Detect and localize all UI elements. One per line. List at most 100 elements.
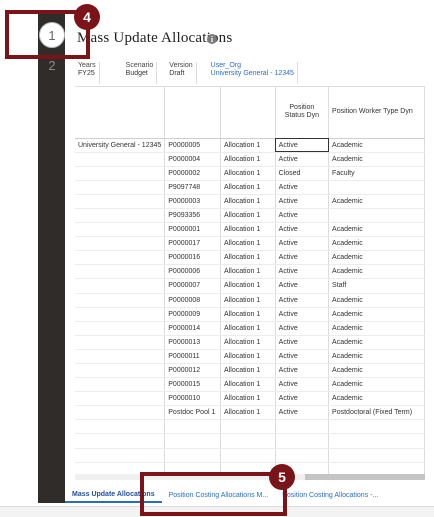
position-cell[interactable]: P0000004 [164, 152, 222, 167]
position-cell[interactable]: P0000013 [164, 335, 222, 350]
status-cell[interactable]: Active [275, 222, 330, 238]
worker-type-cell[interactable]: Academic [328, 222, 425, 238]
worker-type-cell[interactable]: Academic [328, 349, 425, 365]
allocation-cell[interactable]: Allocation 1 [220, 278, 276, 294]
worker-type-cell[interactable]: Academic [328, 293, 425, 308]
allocation-cell[interactable]: Allocation 1 [220, 264, 276, 280]
position-cell[interactable]: Postdoc Pool 1 [164, 405, 222, 421]
allocation-cell[interactable]: Allocation 1 [220, 166, 276, 181]
status-cell[interactable]: Active [275, 307, 330, 322]
position-cell[interactable]: P0000011 [164, 349, 222, 365]
status-cell[interactable]: Active [275, 349, 330, 365]
worker-type-cell[interactable] [328, 180, 425, 195]
allocation-cell[interactable]: Allocation 1 [220, 222, 276, 238]
pov-version[interactable]: Version Draft [157, 62, 197, 84]
allocation-cell[interactable]: Allocation 1 [220, 307, 276, 322]
worker-type-cell[interactable]: Academic [328, 335, 425, 350]
status-cell[interactable]: Active [275, 363, 330, 379]
status-cell[interactable]: Active [275, 236, 330, 252]
allocation-cell[interactable]: Allocation 1 [220, 293, 276, 308]
status-cell[interactable]: Active [275, 405, 330, 421]
worker-type-cell[interactable]: Academic [328, 152, 425, 167]
position-cell[interactable]: P0000015 [164, 377, 222, 393]
position-cell[interactable]: P0000001 [164, 222, 222, 238]
allocation-cell[interactable]: Allocation 1 [220, 194, 276, 209]
worker-type-cell[interactable]: Academic [328, 363, 425, 379]
worker-type-cell[interactable] [328, 208, 425, 224]
pov-scenario[interactable]: Scenario Budget [100, 62, 158, 84]
worker-type-cell[interactable]: Postdoctoral (Fixed Term) [328, 405, 425, 421]
position-cell[interactable]: P9097748 [164, 180, 222, 195]
pov-years[interactable]: Years FY25 [75, 62, 100, 84]
allocation-cell[interactable]: Allocation 1 [220, 250, 276, 266]
org-cell [75, 236, 166, 252]
grid-table: Position Status Dyn Position Worker Type… [75, 87, 425, 477]
status-cell[interactable]: Closed [275, 166, 330, 181]
table-row: P0000012 Allocation 1 Active Academic [75, 363, 425, 379]
status-cell[interactable]: Active [275, 391, 330, 407]
status-cell[interactable]: Active [275, 335, 330, 350]
worker-type-cell[interactable]: Academic [328, 377, 425, 393]
worker-type-cell[interactable]: Academic [328, 391, 425, 407]
org-cell [75, 307, 166, 322]
worker-type-cell[interactable]: Academic [328, 264, 425, 280]
step-2-indicator[interactable]: 2 [44, 58, 60, 73]
worker-type-cell[interactable]: Academic [328, 307, 425, 322]
allocation-cell[interactable]: Allocation 1 [220, 349, 276, 365]
step-rail [38, 13, 65, 503]
status-cell[interactable]: Active [275, 180, 330, 195]
scrollbar-thumb[interactable] [305, 474, 425, 480]
worker-type-cell[interactable]: Academic [328, 321, 425, 336]
position-cell[interactable]: P0000003 [164, 194, 222, 209]
header-worker-type[interactable]: Position Worker Type Dyn [328, 87, 425, 139]
worker-type-cell[interactable]: Staff [328, 278, 425, 294]
status-cell[interactable]: Active [275, 208, 330, 224]
allocation-cell[interactable]: Allocation 1 [220, 377, 276, 393]
status-cell[interactable]: Active [275, 278, 330, 294]
status-cell[interactable]: Active [275, 377, 330, 393]
position-cell[interactable]: P0000007 [164, 278, 222, 294]
header-position-status[interactable]: Position Status Dyn [275, 87, 330, 139]
info-icon[interactable]: i [207, 34, 217, 44]
status-cell[interactable]: Active [275, 264, 330, 280]
position-cell[interactable]: P0000005 [164, 138, 222, 153]
tab-position-costing-allocations[interactable]: Position Costing Allocations -... [275, 492, 385, 499]
pov-user-org[interactable]: User_Org University General - 12345 [197, 62, 298, 84]
position-cell[interactable]: P0000010 [164, 391, 222, 407]
worker-type-cell[interactable]: Academic [328, 138, 425, 153]
status-cell[interactable]: Active [275, 138, 330, 153]
worker-type-cell[interactable]: Academic [328, 194, 425, 209]
position-cell[interactable]: P0000006 [164, 264, 222, 280]
position-cell[interactable]: P0000008 [164, 293, 222, 308]
worker-type-cell[interactable]: Faculty [328, 166, 425, 181]
position-cell[interactable]: P0000009 [164, 307, 222, 322]
org-cell [75, 180, 166, 195]
allocation-cell[interactable]: Allocation 1 [220, 335, 276, 350]
position-cell[interactable]: P9093356 [164, 208, 222, 224]
allocation-cell[interactable]: Allocation 1 [220, 152, 276, 167]
allocation-cell[interactable]: Allocation 1 [220, 321, 276, 336]
position-cell[interactable]: P0000002 [164, 166, 222, 181]
allocation-cell[interactable]: Allocation 1 [220, 138, 276, 153]
status-cell[interactable]: Active [275, 293, 330, 308]
allocation-cell[interactable]: Allocation 1 [220, 405, 276, 421]
position-cell[interactable]: P0000012 [164, 363, 222, 379]
position-cell[interactable]: P0000016 [164, 250, 222, 266]
allocation-cell[interactable]: Allocation 1 [220, 208, 276, 224]
org-cell [75, 335, 166, 350]
status-cell[interactable]: Active [275, 194, 330, 209]
allocation-cell[interactable]: Allocation 1 [220, 391, 276, 407]
empty-cell [220, 433, 276, 449]
status-cell[interactable]: Active [275, 152, 330, 167]
worker-type-cell[interactable]: Academic [328, 250, 425, 266]
callout-badge-4: 4 [74, 4, 100, 30]
allocation-cell[interactable]: Allocation 1 [220, 363, 276, 379]
allocation-cell[interactable]: Allocation 1 [220, 180, 276, 195]
allocation-cell[interactable]: Allocation 1 [220, 236, 276, 252]
position-cell[interactable]: P0000014 [164, 321, 222, 336]
status-cell[interactable]: Active [275, 250, 330, 266]
org-cell [75, 405, 166, 421]
worker-type-cell[interactable]: Academic [328, 236, 425, 252]
status-cell[interactable]: Active [275, 321, 330, 336]
position-cell[interactable]: P0000017 [164, 236, 222, 252]
